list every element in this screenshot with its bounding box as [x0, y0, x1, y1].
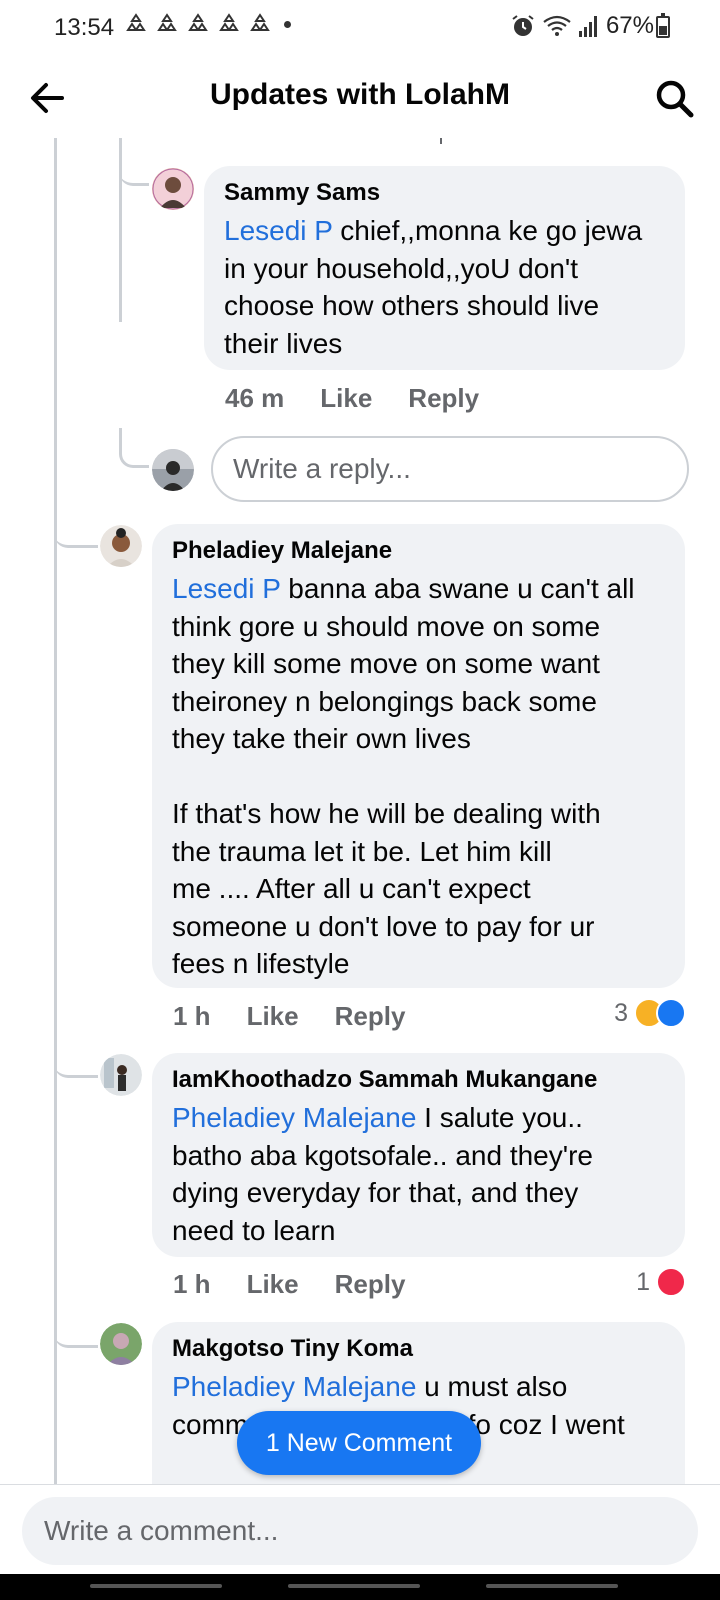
- reaction-count: 1: [636, 1267, 650, 1296]
- thread-curve: [54, 508, 98, 548]
- reply-placeholder: Write a reply...: [233, 453, 411, 484]
- recycle-notification-icon: [188, 13, 208, 31]
- avatar[interactable]: [100, 1323, 142, 1365]
- recycle-notification-icon: [126, 13, 146, 31]
- comment-bubble[interactable]: Pheladiey Malejane Lesedi P banna aba sw…: [152, 524, 685, 988]
- thread-curve: [54, 1038, 98, 1078]
- status-right: 67%: [510, 12, 654, 40]
- wifi-icon: [543, 15, 571, 36]
- comment-time: 1 h: [173, 1001, 211, 1031]
- heart-reaction-icon: [656, 1267, 686, 1297]
- app-header: Updates with LolahM: [0, 56, 720, 138]
- avatar[interactable]: [152, 168, 194, 210]
- status-bar: 13:54 67%: [0, 0, 720, 56]
- avatar[interactable]: [100, 1054, 142, 1096]
- alarm-icon: [512, 15, 534, 36]
- comment-actions: 1 h Like Reply: [173, 1001, 441, 1032]
- system-nav-bar: [0, 1574, 720, 1600]
- comment-text: Pheladiey Malejane I salute you.. batho …: [172, 1099, 663, 1249]
- nav-recents[interactable]: [90, 1584, 222, 1588]
- comment-thread[interactable]: Sammy Sams Lesedi P chief,,monna ke go j…: [0, 138, 720, 1484]
- thread-curve: [54, 1308, 98, 1348]
- like-reaction-icon: [656, 998, 686, 1028]
- thread-curve: [119, 428, 149, 468]
- like-button[interactable]: Like: [247, 1001, 299, 1032]
- comment-author[interactable]: IamKhoothadzo Sammah Mukangane: [172, 1067, 663, 1093]
- avatar[interactable]: [100, 525, 142, 567]
- nav-home[interactable]: [288, 1584, 420, 1588]
- battery-icon: [656, 13, 670, 38]
- signal-icon: [578, 16, 597, 37]
- comment-actions: 1 h Like Reply: [173, 1269, 441, 1300]
- mention-link[interactable]: Lesedi P: [172, 573, 280, 604]
- comment-bubble[interactable]: Sammy Sams Lesedi P chief,,monna ke go j…: [204, 166, 685, 370]
- reaction-summary[interactable]: 3: [614, 998, 686, 1028]
- comment-bubble[interactable]: IamKhoothadzo Sammah Mukangane Pheladiey…: [152, 1053, 685, 1257]
- status-time: 13:54: [54, 14, 115, 41]
- new-comment-button[interactable]: 1 New Comment: [237, 1411, 481, 1475]
- nav-back[interactable]: [486, 1584, 618, 1588]
- comment-author[interactable]: Pheladiey Malejane: [172, 538, 663, 564]
- search-icon[interactable]: [652, 76, 696, 120]
- mention-link[interactable]: Lesedi P: [224, 215, 332, 246]
- comment-author[interactable]: Makgotso Tiny Koma: [172, 1336, 663, 1362]
- reply-button[interactable]: Reply: [335, 1269, 406, 1300]
- page-title: Updates with LolahM: [210, 78, 510, 111]
- comment-actions: 46 m Like Reply: [225, 383, 515, 414]
- current-user-avatar: [152, 449, 194, 491]
- recycle-notification-icon: [157, 13, 177, 31]
- reply-button[interactable]: Reply: [335, 1001, 406, 1032]
- top-partial-reply-line: [440, 138, 442, 144]
- notification-icons: [124, 12, 291, 36]
- reaction-count: 3: [614, 998, 628, 1027]
- comment-author[interactable]: Sammy Sams: [224, 180, 663, 206]
- battery-percent: 67%: [605, 12, 654, 39]
- reply-button[interactable]: Reply: [408, 383, 479, 414]
- mention-link[interactable]: Pheladiey Malejane: [172, 1371, 416, 1402]
- reply-input[interactable]: Write a reply...: [211, 436, 689, 502]
- mention-link[interactable]: Pheladiey Malejane: [172, 1102, 416, 1133]
- comment-time: 46 m: [225, 383, 285, 413]
- recycle-notification-icon: [250, 13, 270, 31]
- comment-placeholder: Write a comment...: [44, 1515, 279, 1546]
- thread-line-outer: [54, 138, 57, 1484]
- recycle-notification-icon: [219, 13, 239, 31]
- reaction-summary[interactable]: 1: [636, 1267, 686, 1297]
- comment-input[interactable]: Write a comment...: [22, 1497, 698, 1565]
- like-button[interactable]: Like: [320, 383, 372, 414]
- thread-curve: [119, 148, 149, 186]
- comment-composer: Write a comment...: [0, 1484, 720, 1574]
- more-notifications-dot: [284, 20, 291, 28]
- comment-time: 1 h: [173, 1269, 211, 1299]
- comment-text: Lesedi P banna aba swane u can't all thi…: [172, 570, 663, 983]
- comment-text: Lesedi P chief,,monna ke go jewa in your…: [224, 212, 663, 362]
- like-button[interactable]: Like: [247, 1269, 299, 1300]
- comment-body: banna aba swane u can't all think gore u…: [172, 573, 635, 979]
